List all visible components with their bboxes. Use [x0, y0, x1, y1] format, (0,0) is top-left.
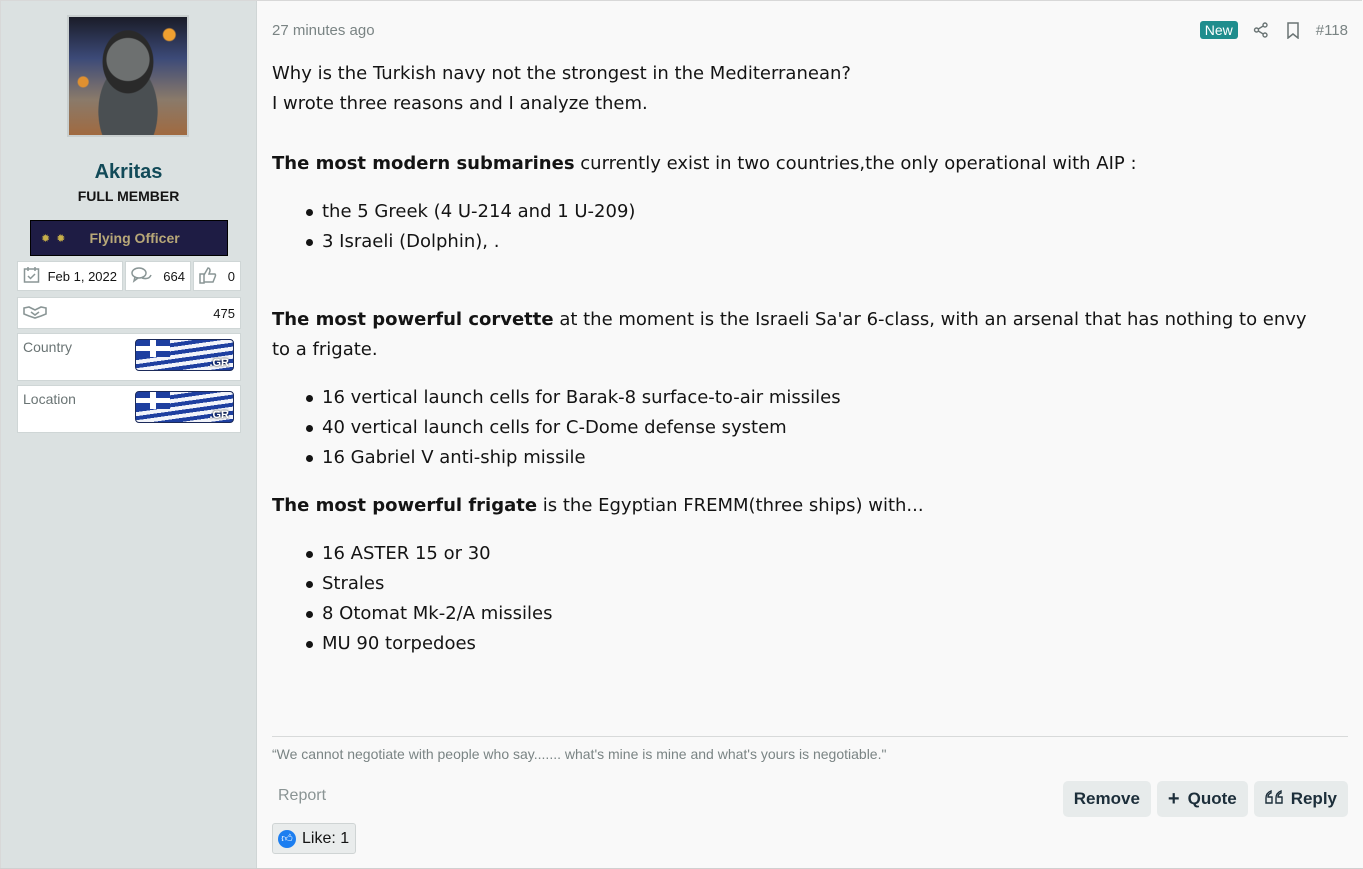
intro-line: Why is the Turkish navy not the stronges…	[272, 63, 851, 84]
list-item: 16 vertical launch cells for Barak-8 sur…	[306, 383, 1322, 413]
bookmark-icon[interactable]	[1284, 21, 1302, 39]
greece-flag-icon: .GR	[135, 391, 234, 423]
list-item: 16 Gabriel V anti-ship missile	[306, 443, 1322, 473]
rank-label: Flying Officer	[89, 230, 180, 246]
frigate-list: 16 ASTER 15 or 30 Strales 8 Otomat Mk-2/…	[272, 539, 1322, 659]
plus-icon: +	[1167, 787, 1180, 810]
post-header-actions: New #118	[1199, 21, 1348, 39]
field-label: Location	[23, 391, 76, 407]
flag-tag: .GR	[209, 409, 229, 421]
trophy-points: 475	[213, 305, 235, 321]
rank-stars-icon: ✹✹	[41, 231, 72, 245]
like-thumb-icon: 👍︎	[278, 829, 296, 848]
section-text: is the Egyptian FREMM(three ships) with.…	[537, 495, 924, 516]
section-heading: The most modern submarines currently exi…	[272, 149, 1322, 179]
user-title: FULL MEMBER	[77, 188, 180, 204]
section-bold: The most powerful frigate	[272, 495, 538, 516]
quote-label: Quote	[1187, 789, 1237, 808]
report-link[interactable]: Report	[278, 787, 326, 805]
reply-button[interactable]: Reply	[1253, 781, 1348, 817]
reaction-count: 0	[227, 268, 235, 284]
field-location: Location .GR	[17, 385, 241, 433]
stat-reactions: 0	[193, 261, 241, 291]
post-number[interactable]: #118	[1316, 22, 1348, 39]
list-item: 8 Otomat Mk-2/A missiles	[306, 599, 1322, 629]
user-signature: “We cannot negotiate with people who say…	[272, 736, 1348, 762]
joined-date: Feb 1, 2022	[47, 268, 117, 284]
corvette-list: 16 vertical launch cells for Barak-8 sur…	[272, 383, 1322, 473]
calendar-check-icon	[23, 266, 40, 286]
list-item: MU 90 torpedoes	[306, 629, 1322, 659]
list-item: the 5 Greek (4 U-214 and 1 U-209)	[306, 197, 1322, 227]
new-badge: New	[1199, 21, 1238, 39]
stat-messages: 664	[125, 261, 191, 291]
post-action-buttons: Remove + Quote Reply	[1062, 781, 1348, 817]
avatar-image	[69, 17, 187, 135]
flag-tag: .GR	[209, 357, 229, 369]
handshake-icon	[23, 304, 47, 323]
username[interactable]: Akritas	[1, 161, 256, 184]
share-icon[interactable]	[1252, 21, 1270, 39]
thumbs-up-icon	[199, 266, 217, 287]
like-count: Like: 1	[302, 829, 350, 847]
list-item: 3 Israeli (Dolphin), .	[306, 227, 1322, 257]
intro-line: I wrote three reasons and I analyze them…	[272, 93, 648, 114]
rank-banner: ✹✹ Flying Officer	[30, 220, 228, 256]
section-heading: The most powerful corvette at the moment…	[272, 305, 1322, 365]
greece-flag-icon: .GR	[135, 339, 234, 371]
stat-trophy-points: 475	[17, 297, 241, 329]
post-main: 27 minutes ago New #118 Why is the Turki…	[257, 1, 1362, 868]
list-item: Strales	[306, 569, 1322, 599]
avatar[interactable]	[67, 15, 189, 137]
comments-icon	[131, 266, 153, 286]
user-sidebar: Akritas FULL MEMBER ✹✹ Flying Officer Fe…	[1, 1, 257, 868]
section-text: currently exist in two countries,the onl…	[574, 153, 1137, 174]
like-reaction-button[interactable]: 👍︎ Like: 1	[272, 823, 357, 854]
remove-label: Remove	[1073, 789, 1140, 808]
list-item: 40 vertical launch cells for C-Dome defe…	[306, 413, 1322, 443]
message-count: 664	[163, 268, 185, 284]
reply-label: Reply	[1290, 789, 1337, 808]
section-bold: The most powerful corvette	[272, 309, 554, 330]
field-label: Country	[23, 339, 73, 355]
post-time[interactable]: 27 minutes ago	[272, 22, 375, 39]
submarine-list: the 5 Greek (4 U-214 and 1 U-209) 3 Isra…	[272, 197, 1322, 257]
section-heading: The most powerful frigate is the Egyptia…	[272, 491, 1322, 521]
section-bold: The most modern submarines	[272, 153, 575, 174]
quote-marks-icon	[1265, 789, 1283, 809]
quote-button[interactable]: + Quote	[1156, 781, 1248, 817]
remove-button[interactable]: Remove	[1062, 781, 1151, 817]
user-stats: Feb 1, 2022 664 0	[17, 261, 241, 293]
field-country: Country .GR	[17, 333, 241, 381]
list-item: 16 ASTER 15 or 30	[306, 539, 1322, 569]
post-content: Why is the Turkish navy not the stronges…	[272, 59, 1322, 659]
post-container: Akritas FULL MEMBER ✹✹ Flying Officer Fe…	[0, 0, 1362, 868]
stat-joined: Feb 1, 2022	[17, 261, 123, 291]
